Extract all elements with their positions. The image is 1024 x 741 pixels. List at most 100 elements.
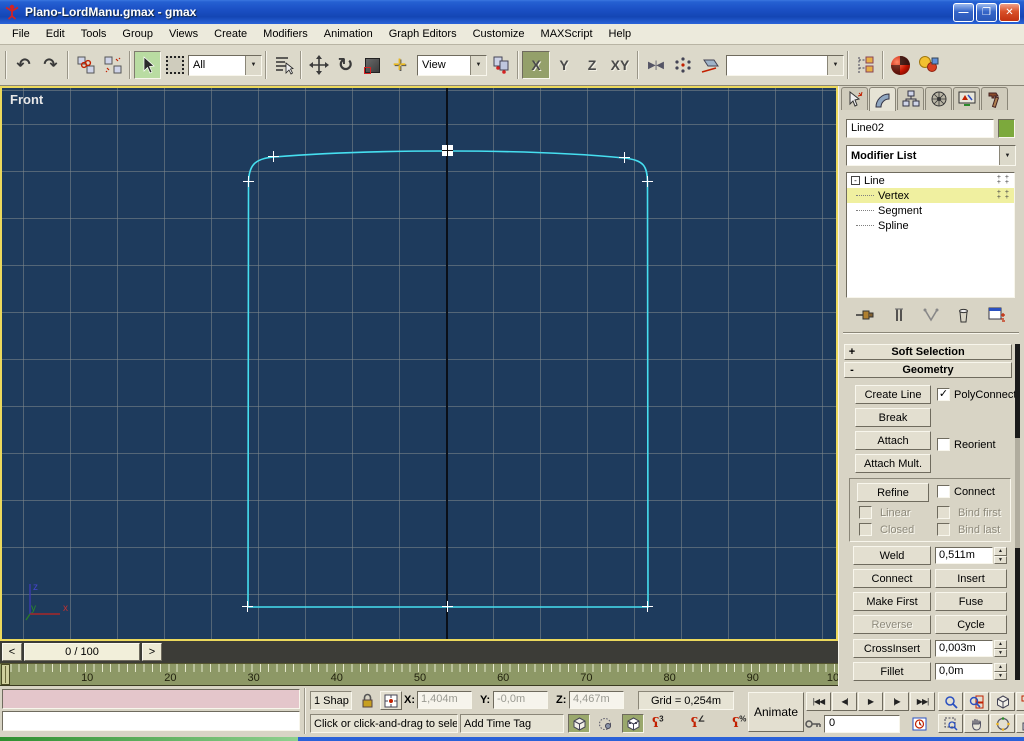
make-first-button[interactable]: Make First [853,592,931,611]
previous-frame-button[interactable]: ◀| [832,692,857,711]
cross-insert-spinner[interactable]: ▲▼ [994,640,1007,657]
menu-item-tools[interactable]: Tools [73,25,115,43]
reverse-button[interactable]: Reverse [853,615,931,634]
closed-checkbox[interactable] [859,523,872,536]
angle-snap-toggle-icon[interactable]: ʕ∠ [691,716,705,731]
undo-button[interactable]: ↶ [10,51,37,79]
bind-first-checkbox[interactable] [937,506,950,519]
linear-checkbox[interactable] [859,506,872,519]
tab-modify[interactable] [869,87,896,111]
degradation-override-toggle[interactable] [568,714,590,733]
select-by-name-button[interactable] [270,51,297,79]
redo-button[interactable]: ↷ [37,51,64,79]
percent-snap-toggle-icon[interactable]: ʕ% [732,716,746,731]
z-coord-field[interactable]: 4,467m [569,691,624,709]
object-color-swatch[interactable] [998,119,1015,138]
cross-insert-button[interactable]: CrossInsert [853,639,931,658]
menu-item-file[interactable]: File [4,25,38,43]
spline-vertex-marker[interactable] [619,152,630,163]
spline-vertex-marker[interactable] [642,176,653,187]
arc-rotate-button[interactable] [990,714,1015,733]
pin-stack-icon[interactable] [855,308,875,322]
stack-item-line[interactable]: -Line+ + + + [847,173,1014,188]
viewport-label[interactable]: Front [10,92,43,107]
rollout-soft-selection[interactable]: + Soft Selection [844,344,1012,360]
break-button[interactable]: Break [855,408,931,427]
x-coord-field[interactable]: 1,404m [417,691,472,709]
remove-modifier-icon[interactable] [957,307,970,323]
restrict-z-button[interactable]: Z [578,51,606,79]
track-bar[interactable]: 102030405060708090100 [0,663,838,686]
select-and-manipulate-button[interactable]: ✛ [386,51,413,79]
min-max-toggle-button[interactable] [1016,714,1024,733]
select-and-scale-button[interactable] [359,51,386,79]
zoom-all-button[interactable] [964,692,989,711]
selection-filter-dropdown[interactable]: All ▼ [188,55,262,76]
chevron-down-icon[interactable]: ▼ [470,56,486,75]
menu-item-animation[interactable]: Animation [316,25,381,43]
close-button[interactable]: ✕ [999,3,1020,22]
region-zoom-button[interactable] [938,714,963,733]
menu-item-views[interactable]: Views [161,25,206,43]
fillet-value-field[interactable]: 0,0m [935,663,993,680]
menu-item-modifiers[interactable]: Modifiers [255,25,316,43]
connect-checkbox[interactable] [937,485,950,498]
zoom-extents-button[interactable] [990,692,1015,711]
spline-vertex-marker[interactable] [442,601,453,612]
chevron-down-icon[interactable]: ▼ [999,146,1015,165]
y-coord-field[interactable]: -0,0m [493,691,548,709]
pan-button[interactable] [964,714,989,733]
restrict-xy-button[interactable]: XY [606,51,634,79]
cross-insert-value-field[interactable]: 0,003m [935,640,993,657]
render-button[interactable] [914,51,941,79]
cycle-button[interactable]: Cycle [935,615,1007,634]
polyconnect-checkbox[interactable] [937,388,950,401]
selection-lock-toggle[interactable] [356,691,378,710]
fillet-spinner[interactable]: ▲▼ [994,663,1007,680]
menu-item-help[interactable]: Help [601,25,640,43]
stack-item-spline[interactable]: Spline [847,218,1014,233]
play-button[interactable]: ▶ [858,692,883,711]
unlink-selection-button[interactable] [99,51,126,79]
refine-button[interactable]: Refine [857,483,929,502]
reorient-checkbox[interactable] [937,438,950,451]
selected-vertex-marker[interactable] [442,145,453,156]
key-mode-toggle[interactable] [802,714,824,733]
use-pivot-point-center-button[interactable] [487,51,514,79]
weld-value-field[interactable]: 0,511m [935,547,993,564]
zoom-extents-all-button[interactable] [1016,692,1024,711]
menu-item-group[interactable]: Group [114,25,161,43]
time-slider-prev-button[interactable]: < [2,643,22,661]
tab-utilities[interactable] [981,87,1008,110]
menu-item-graph-editors[interactable]: Graph Editors [381,25,465,43]
mirror-button[interactable]: ▶|◀ [642,51,669,79]
rollout-geometry[interactable]: - Geometry [844,362,1012,378]
trackbar-frame-handle[interactable] [1,664,10,685]
named-selection-dropdown[interactable]: ▼ [726,55,844,76]
select-object-button[interactable] [134,51,161,79]
snap-toggle-icon[interactable]: ʕ3 [652,716,664,731]
add-time-tag[interactable]: Add Time Tag [460,714,564,733]
time-slider-next-button[interactable]: > [142,643,162,661]
stack-item-vertex[interactable]: Vertex+ + + + [847,188,1014,203]
panel-scrollbar[interactable] [1015,344,1020,680]
maximize-button[interactable]: ❐ [976,3,997,22]
configure-modifier-sets-icon[interactable] [988,307,1006,323]
bind-last-checkbox[interactable] [937,523,950,536]
create-line-button[interactable]: Create Line [855,385,931,404]
goto-start-button[interactable]: |◀◀ [806,692,831,711]
snap-frozen-toggle[interactable] [594,714,616,733]
absolute-mode-transform-toggle[interactable] [380,691,402,710]
next-frame-button[interactable]: |▶ [884,692,909,711]
chevron-down-icon[interactable]: ▼ [827,56,843,75]
connect-button[interactable]: Connect [853,569,931,588]
fuse-button[interactable]: Fuse [935,592,1007,611]
viewport-front[interactable]: z y x Front [0,86,838,641]
maxscript-mini-listener[interactable] [2,711,300,731]
time-slider[interactable]: 0 / 100 [24,643,140,661]
collapse-icon[interactable]: - [851,176,860,185]
make-unique-icon[interactable] [923,308,939,322]
menu-item-edit[interactable]: Edit [38,25,73,43]
tab-create[interactable] [841,87,868,110]
stack-item-segment[interactable]: Segment [847,203,1014,218]
